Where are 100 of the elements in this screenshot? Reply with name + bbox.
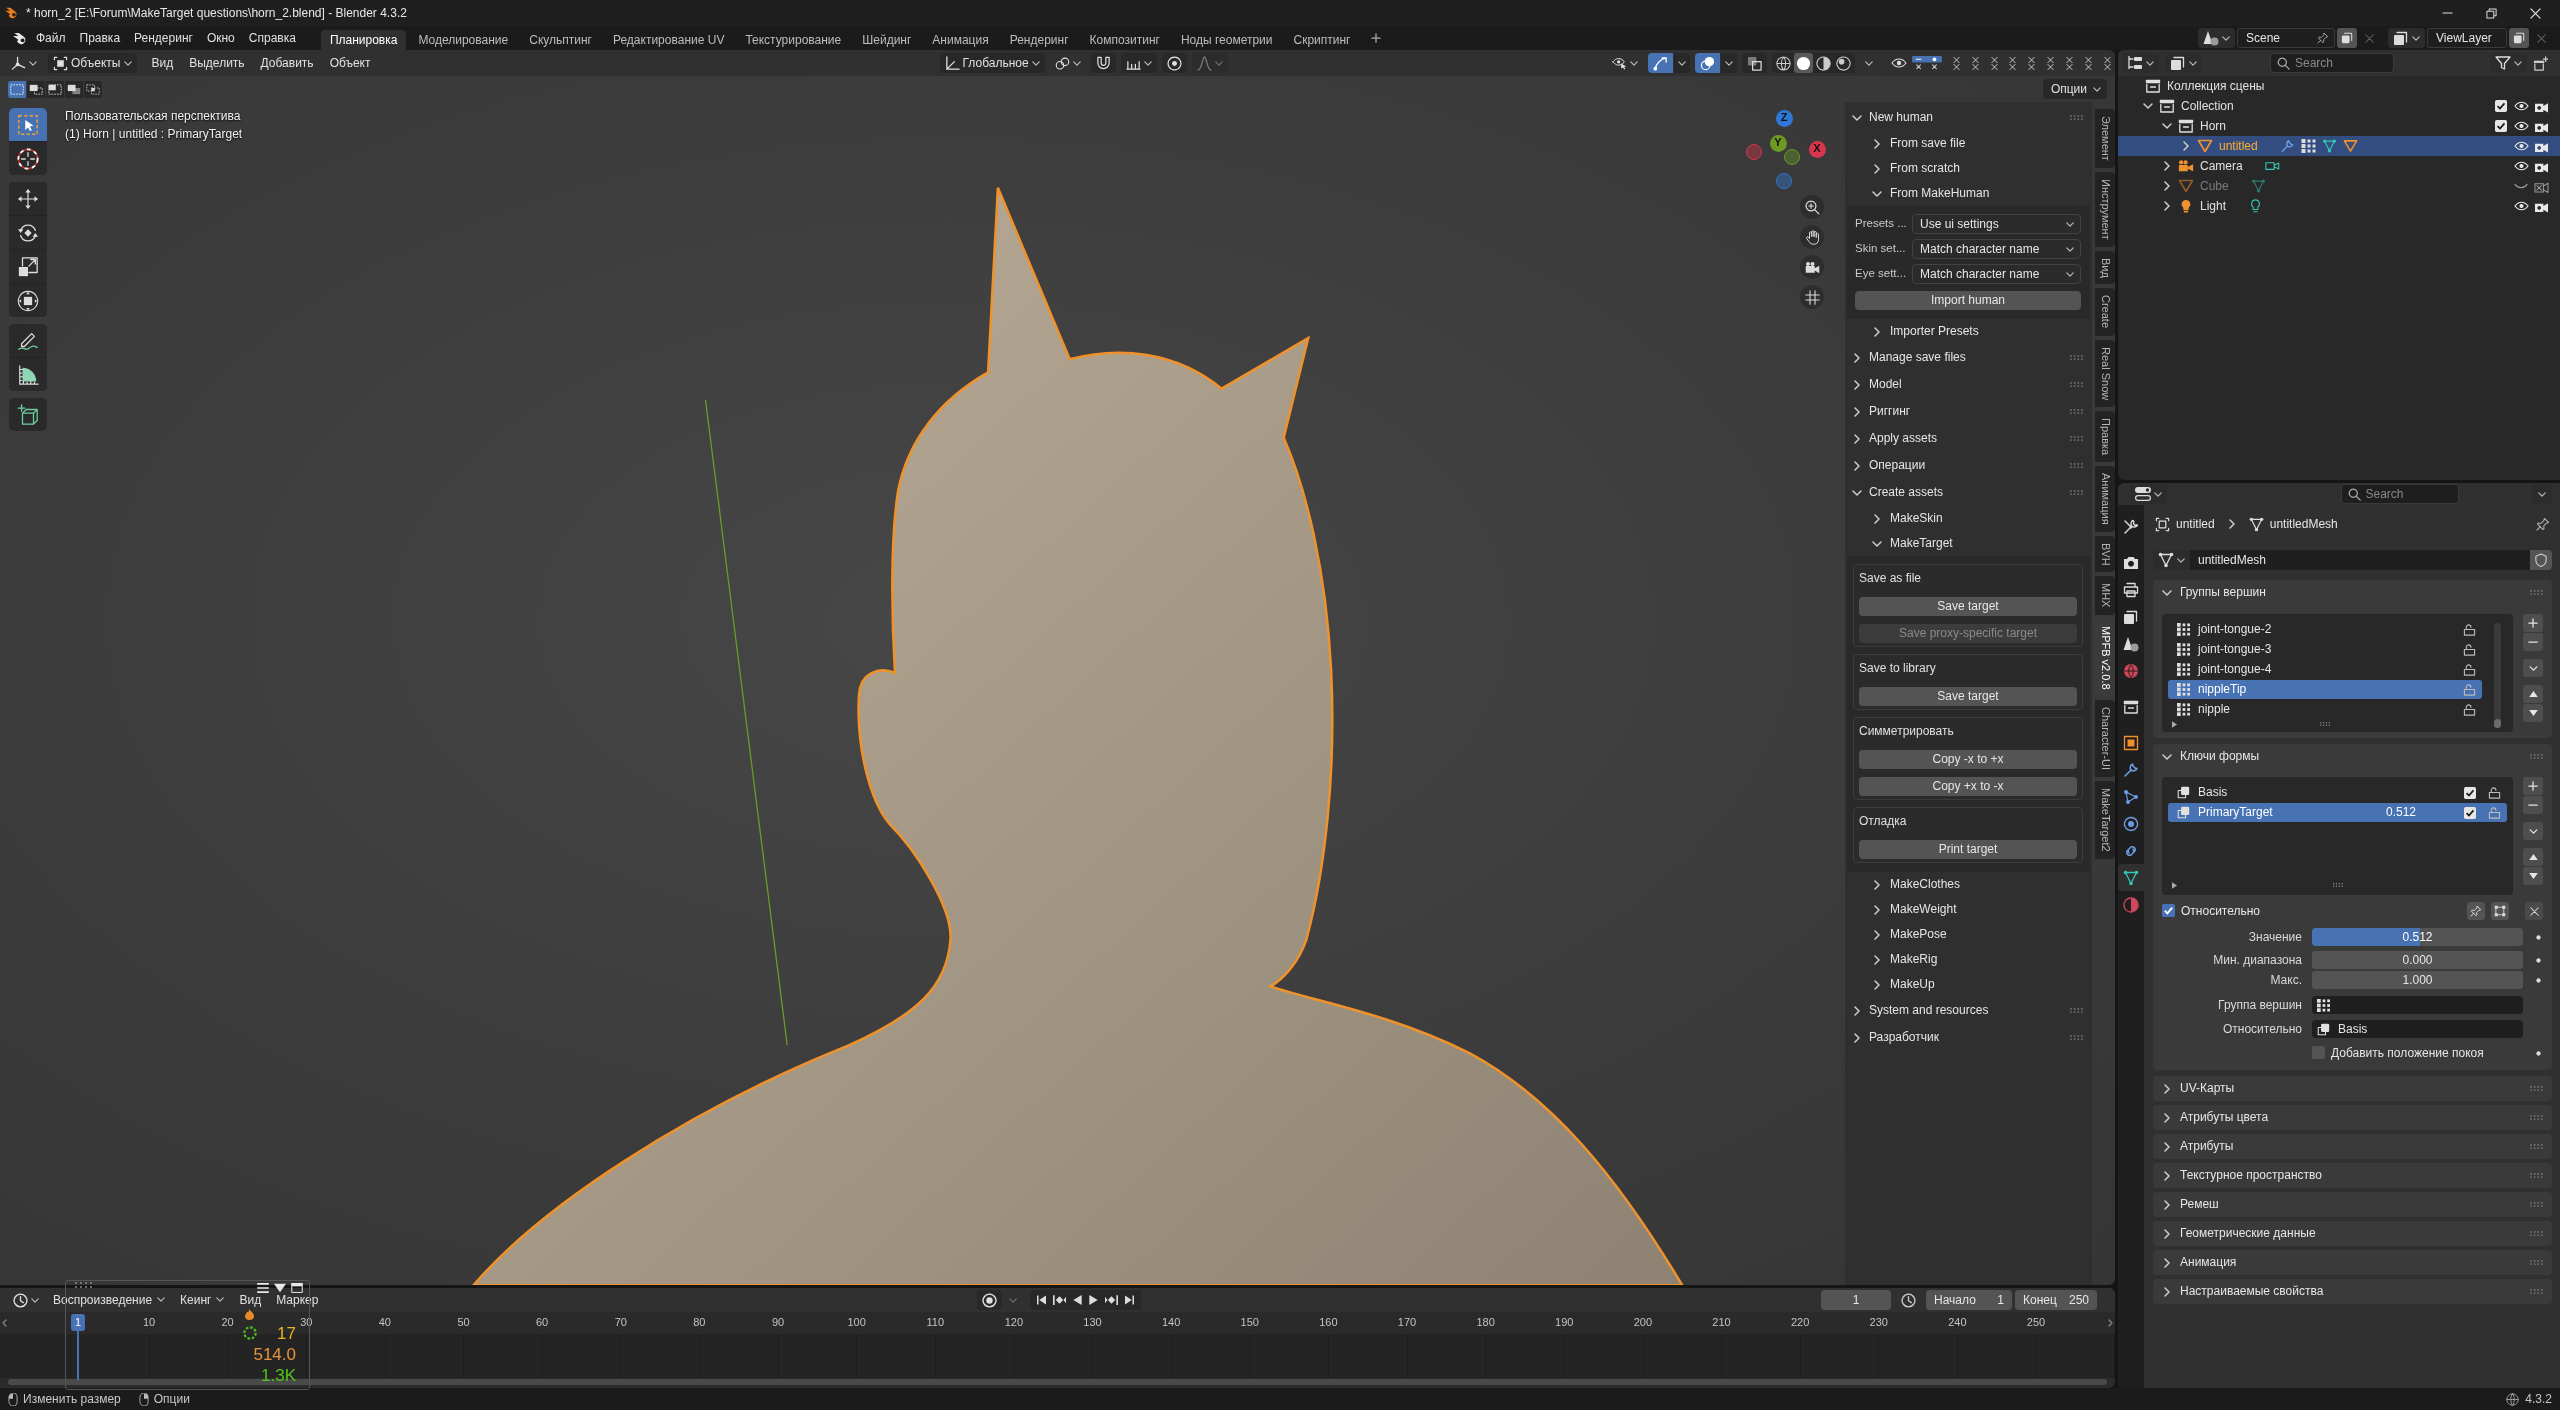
orientation-dropdown[interactable]: Глобальное	[939, 53, 1045, 73]
snap-target-dropdown[interactable]	[1120, 53, 1157, 73]
menu-item[interactable]: Справка	[241, 27, 303, 49]
eye-icon[interactable]	[1891, 58, 1907, 68]
tool-button[interactable]	[9, 142, 47, 175]
subpanel-header[interactable]: From scratch	[1845, 156, 2092, 181]
jump-to-start-icon[interactable]	[1037, 1295, 1047, 1305]
mesh-data-icon[interactable]	[2250, 179, 2266, 193]
scrollbar[interactable]	[2494, 623, 2501, 728]
workspace-tab[interactable]: Текстурирование	[736, 30, 851, 50]
action-button[interactable]: Save target	[1859, 597, 2077, 616]
workspace-tab[interactable]: Шейдинг	[853, 30, 921, 50]
drag-handle-icon[interactable]	[2070, 1035, 2083, 1040]
action-button[interactable]: Import human	[1855, 291, 2081, 310]
workspace-tab[interactable]: Редактирование UV	[603, 30, 734, 50]
options-dropdown[interactable]: Опции	[2042, 79, 2107, 99]
panel-header[interactable]: Атрибуты цвета	[2153, 1105, 2552, 1130]
workspace-tab[interactable]: Ноды геометрии	[1171, 30, 1282, 50]
new-view-layer-button[interactable]	[2509, 28, 2529, 48]
keyframe-dot-icon[interactable]	[2535, 1050, 2541, 1056]
panel-header[interactable]: Ремеш	[2153, 1192, 2552, 1217]
specials-dropdown[interactable]	[2523, 659, 2543, 677]
tool-button[interactable]	[9, 216, 47, 249]
menu-item[interactable]: Рендеринг	[127, 27, 200, 49]
auto-keying-toggle[interactable]	[977, 1290, 1003, 1310]
eye-icon[interactable]	[2513, 161, 2529, 171]
add-button[interactable]	[2523, 614, 2543, 632]
keyframe-dot-icon[interactable]	[2535, 977, 2541, 983]
gizmo-toggle[interactable]	[1648, 53, 1673, 73]
filter-dropdown[interactable]	[2490, 53, 2527, 73]
remove-button[interactable]	[2523, 796, 2543, 814]
keyframe-dot-icon[interactable]	[2535, 934, 2541, 940]
resize-grip-icon[interactable]	[2320, 722, 2330, 726]
negative-axis-button[interactable]	[1775, 172, 1792, 189]
menu-item[interactable]: Правка	[72, 27, 128, 49]
dropdown[interactable]: Match character name	[1912, 264, 2081, 284]
menu-icon[interactable]	[257, 1283, 269, 1293]
drag-handle-icon[interactable]	[2530, 754, 2543, 759]
subpanel-header[interactable]: MakeRig	[1845, 947, 2092, 972]
shape-key-field[interactable]: Basis	[2312, 1020, 2523, 1038]
unlocked-padlock-icon[interactable]	[2488, 786, 2501, 799]
view-layer-name-field[interactable]: ViewLayer	[2427, 28, 2507, 48]
plus-icon[interactable]	[1370, 33, 1381, 43]
subpanel-header[interactable]: MakeClothes	[1845, 872, 2092, 897]
workspace-tab[interactable]: Моделирование	[409, 30, 518, 50]
panel-header[interactable]: Настраиваемые свойства	[2153, 1279, 2552, 1304]
panel-header[interactable]: Атрибуты	[2153, 1134, 2552, 1159]
checkbox-icon[interactable]	[2495, 120, 2507, 132]
double-cross-icon[interactable]	[1953, 55, 1960, 71]
keyframe-dot-icon[interactable]	[2535, 957, 2541, 963]
axis-button[interactable]: Z	[1775, 109, 1793, 127]
move-up-button[interactable]	[2523, 848, 2543, 866]
list-item[interactable]: joint-tongue-3	[2168, 640, 2482, 659]
drag-handle-icon[interactable]	[2070, 115, 2083, 120]
panel-header[interactable]: UV-Карты	[2153, 1076, 2552, 1101]
shading-mode-button[interactable]	[1834, 53, 1853, 73]
xray-toggle[interactable]	[1742, 53, 1767, 73]
eye-icon[interactable]	[2513, 121, 2529, 131]
view-layer-browse-dropdown[interactable]	[2388, 28, 2425, 48]
sidebar-tab[interactable]: Create	[2095, 288, 2115, 336]
menu-item[interactable]: Кеинг	[174, 1290, 231, 1310]
sidebar-tab[interactable]: MHX	[2095, 576, 2115, 615]
pin-icon[interactable]	[2536, 517, 2550, 531]
edit-mode-toggle[interactable]	[2491, 902, 2509, 920]
panel-header[interactable]: Текстурное пространство	[2153, 1163, 2552, 1188]
drag-handle-icon[interactable]	[2530, 1202, 2543, 1207]
outliner-row[interactable]: Light	[2118, 196, 2560, 216]
tool-button[interactable]	[9, 182, 47, 215]
closed-eye-icon[interactable]	[2514, 183, 2528, 189]
panel-header[interactable]: Операции	[1845, 452, 2092, 479]
drag-handle-icon[interactable]	[2070, 409, 2083, 414]
panel-header[interactable]: Риггинг	[1845, 398, 2092, 425]
snap-toggle[interactable]	[1090, 53, 1116, 73]
panel-header[interactable]: Create assets	[1845, 479, 2092, 506]
expand-triangle-icon[interactable]	[2172, 720, 2177, 728]
list-item[interactable]: Basis	[2168, 783, 2507, 802]
tool-button[interactable]	[9, 284, 47, 317]
move-up-button[interactable]	[2523, 685, 2543, 703]
display-mode-dropdown[interactable]	[2165, 53, 2202, 73]
double-cross-icon[interactable]	[2085, 55, 2092, 71]
pan-button[interactable]	[1800, 225, 1824, 249]
menu-item[interactable]: Объект	[322, 52, 378, 74]
menu-item[interactable]: Добавить	[253, 52, 321, 74]
panel-header[interactable]: Разработчик	[1845, 1024, 2092, 1051]
drag-handle-icon[interactable]	[2530, 1144, 2543, 1149]
new-collection-icon[interactable]	[2533, 55, 2548, 71]
resize-grip-icon[interactable]	[2332, 883, 2343, 887]
editor-type-dropdown[interactable]	[2122, 53, 2159, 73]
drag-handle-icon[interactable]	[2530, 1260, 2543, 1265]
vertex-group-field[interactable]	[2312, 996, 2523, 1014]
selection-mode-button[interactable]	[8, 80, 26, 98]
sidebar-tab[interactable]: Правка	[2095, 410, 2115, 462]
outliner-row[interactable]: Collection	[2118, 96, 2560, 116]
panel-header[interactable]: Model	[1845, 371, 2092, 398]
panel-header[interactable]: System and resources	[1845, 997, 2092, 1024]
list-item[interactable]: joint-tongue-4	[2168, 660, 2482, 679]
minimize-icon[interactable]	[2441, 12, 2453, 14]
scene-browse-dropdown[interactable]	[2198, 28, 2235, 48]
drag-handle-icon[interactable]	[2530, 590, 2543, 595]
list-item[interactable]: nippleTip	[2168, 680, 2482, 699]
